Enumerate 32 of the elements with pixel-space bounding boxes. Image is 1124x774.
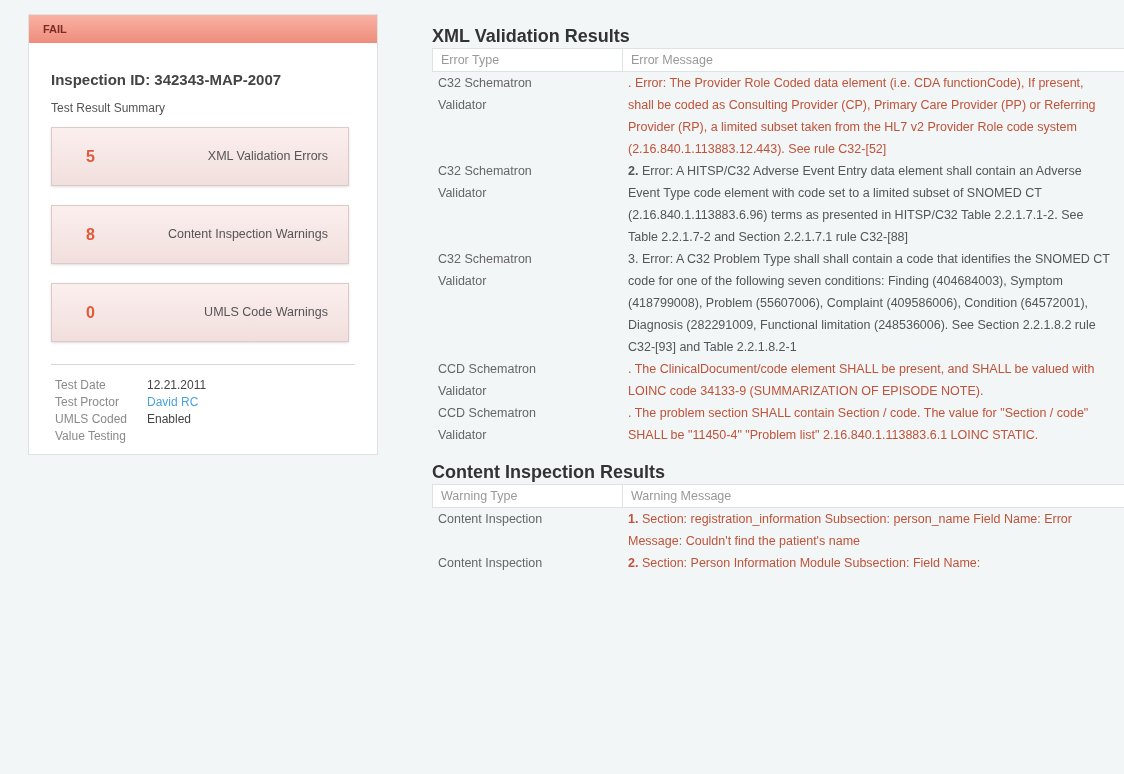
summary-button[interactable]: 0 UMLS Code Warnings	[51, 283, 349, 342]
message-cell-text: 3. Error: A C32 Problem Type shall shall contain a code that identifies the SNOMED CT code for one of the following seven conditions: Finding (404684003), Symptom (418799008), Problem (55607006), Complaint (409586006), Condition (64572001), Diagnosis (282291009, Functional limitation (248536006). See Section 2.2.1.8.2 rule C32-[93] and Table 2.2.1.8.2-1	[627, 251, 1111, 356]
table-cell: Content Inspection	[438, 512, 543, 526]
section-title: XML Validation Results	[432, 25, 631, 48]
message-cell-text: 2. Section: Person Information Module Subsection: Field Name:	[627, 555, 982, 572]
detail-label: UMLS Coded	[55, 411, 129, 427]
column-header: Error Message	[630, 52, 714, 69]
detail-value: Enabled	[147, 411, 193, 427]
table-cell: C32 Schematron Validator	[438, 164, 532, 200]
status-label: FAIL	[43, 21, 67, 37]
column-header: Error Type	[433, 49, 623, 71]
message-cell-text: . The problem section SHALL contain Section / code. The value for "Section / code" SHALL be "11450-4" "Problem list" 2.16.840.1.113883.6.1 LOINC STATIC.	[627, 405, 1090, 444]
detail-label: Value Testing	[55, 428, 127, 444]
table-cell: C32 Schematron Validator	[438, 76, 532, 112]
summary-button[interactable]: 8 Content Inspection Warnings	[51, 205, 349, 264]
message-cell-text: . The ClinicalDocument/code element SHALL be present, and SHALL be valued with LOINC code 34133-9 (SUMMARIZATION OF EPISODE NOTE).	[627, 361, 1096, 400]
table-cell: CCD Schematron Validator	[438, 406, 536, 442]
table-cell: Content Inspection	[438, 556, 543, 570]
summary-button[interactable]: 5 XML Validation Errors	[51, 127, 349, 186]
message-cell-text: . Error: The Provider Role Coded data element (i.e. CDA functionCode), If present, shall be coded as Consulting Provider (CP), Primary Care Provider (PP) or Referring Provider (RP), a limited subset taken from the HL7 v2 Provider Role code system (2.16.840.1.113883.12.443). See rule C32-[52]	[627, 75, 1097, 158]
section-title: Content Inspection Results	[432, 461, 666, 484]
detail-value: 12.21.2011	[147, 377, 208, 393]
detail-label: Test Proctor	[55, 394, 121, 410]
summary-heading: Test Result Summary	[51, 100, 167, 117]
message-cell-text: 2. Error: A HITSP/C32 Adverse Event Entry data element shall contain an Adverse Event Type code element with code set to a limited subset of SNOMED CT (2.16.840.1.113883.6.96) terms as presented in HITSP/C32 Table 2.2.1.7.1-2. See Table 2.2.1.7-2 and Section 2.2.1.7.1 rule C32-[88]	[627, 163, 1085, 246]
table-cell: C32 Schematron Validator	[438, 252, 532, 288]
inspection-id: Inspection ID: 342343-MAP-2007	[51, 70, 283, 90]
table-cell: CCD Schematron Validator	[438, 362, 536, 398]
detail-label: Test Date	[55, 377, 107, 393]
message-cell-text: 1. Section: registration_information Subsection: person_name Field Name: Error Message: Couldn't find the patient's name	[627, 511, 1073, 550]
column-header: Warning Type	[433, 485, 623, 507]
column-header: Warning Message	[630, 488, 733, 505]
